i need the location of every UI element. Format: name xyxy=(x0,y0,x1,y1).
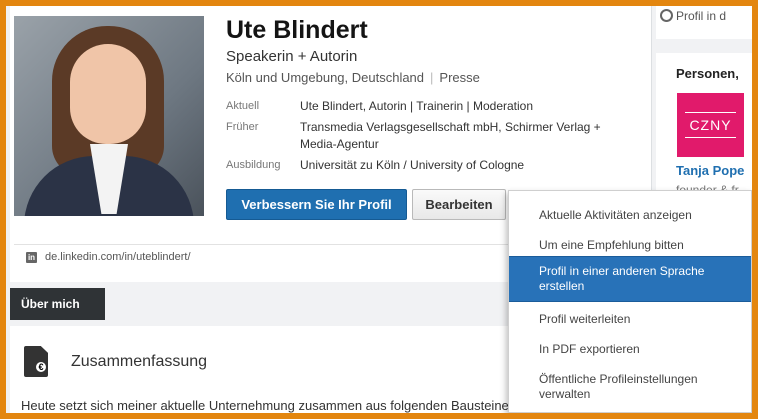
detail-row-previous: Früher Transmedia Verlagsgesellschaft mb… xyxy=(226,119,626,153)
profile-actions-dropdown: Aktuelle Aktivitäten anzeigen Um eine Em… xyxy=(508,190,752,413)
public-url-text[interactable]: de.linkedin.com/in/uteblindert/ xyxy=(45,251,191,263)
profile-language-text[interactable]: Profil in d xyxy=(676,9,726,23)
summary-title: Zusammenfassung xyxy=(71,353,208,370)
summary-text: Heute setzt sich meiner aktuelle Unterne… xyxy=(21,398,509,413)
profile-details: Aktuell Ute Blindert, Autorin | Traineri… xyxy=(226,98,626,178)
detail-label: Ausbildung xyxy=(226,159,281,171)
profile-language-link[interactable]: Profil in d xyxy=(656,6,752,39)
logo-text: CZNY xyxy=(689,117,732,133)
location-separator: | xyxy=(430,70,434,85)
section-about-tab[interactable]: Über mich xyxy=(10,288,105,320)
detail-label: Aktuell xyxy=(226,100,260,112)
detail-label: Früher xyxy=(226,121,259,133)
improve-profile-button[interactable]: Verbessern Sie Ihr Profil xyxy=(226,189,407,220)
linkedin-icon: in xyxy=(26,251,37,263)
company-logo[interactable]: CZNY xyxy=(677,93,744,157)
menu-item-export-pdf[interactable]: In PDF exportieren xyxy=(509,342,751,357)
screenshot-frame: Ute Blindert Speakerin + Autorin Köln un… xyxy=(6,6,752,413)
logo-line xyxy=(685,137,736,138)
detail-row-education: Ausbildung Universität zu Köln / Univers… xyxy=(226,157,626,174)
detail-value[interactable]: Transmedia Verlagsgesellschaft mbH, Schi… xyxy=(300,119,616,153)
detail-value[interactable]: Universität zu Köln / University of Colo… xyxy=(300,157,616,174)
photo-face xyxy=(70,44,146,144)
location-link[interactable]: Köln und Umgebung, Deutschland xyxy=(226,70,424,85)
menu-item-public-profile-settings[interactable]: Öffentliche Profileinstellungen verwalte… xyxy=(509,372,751,402)
menu-item-recent-activity[interactable]: Aktuelle Aktivitäten anzeigen xyxy=(509,208,751,223)
profile-photo[interactable] xyxy=(14,16,204,216)
menu-item-create-language-profile[interactable]: Profil in einer anderen Sprache erstelle… xyxy=(509,256,751,302)
person-name-link[interactable]: Tanja Pope xyxy=(676,163,744,178)
profile-headline: Speakerin + Autorin xyxy=(226,48,358,65)
globe-icon xyxy=(660,9,673,22)
menu-item-request-recommendation[interactable]: Um eine Empfehlung bitten xyxy=(509,238,751,253)
profile-name: Ute Blindert xyxy=(226,16,368,44)
industry-link[interactable]: Presse xyxy=(439,70,479,85)
people-section-title: Personen, xyxy=(676,66,739,81)
edit-profile-button[interactable]: Bearbeiten xyxy=(412,189,506,220)
public-profile-url[interactable]: in de.linkedin.com/in/uteblindert/ xyxy=(26,251,191,263)
document-euro-icon: € xyxy=(24,346,48,377)
detail-row-current: Aktuell Ute Blindert, Autorin | Traineri… xyxy=(226,98,626,115)
logo-line xyxy=(685,112,736,113)
detail-value[interactable]: Ute Blindert, Autorin | Trainerin | Mode… xyxy=(300,98,616,115)
euro-icon: € xyxy=(34,360,48,374)
menu-item-share-profile[interactable]: Profil weiterleiten xyxy=(509,312,751,327)
profile-location-line: Köln und Umgebung, Deutschland | Presse xyxy=(226,70,480,85)
